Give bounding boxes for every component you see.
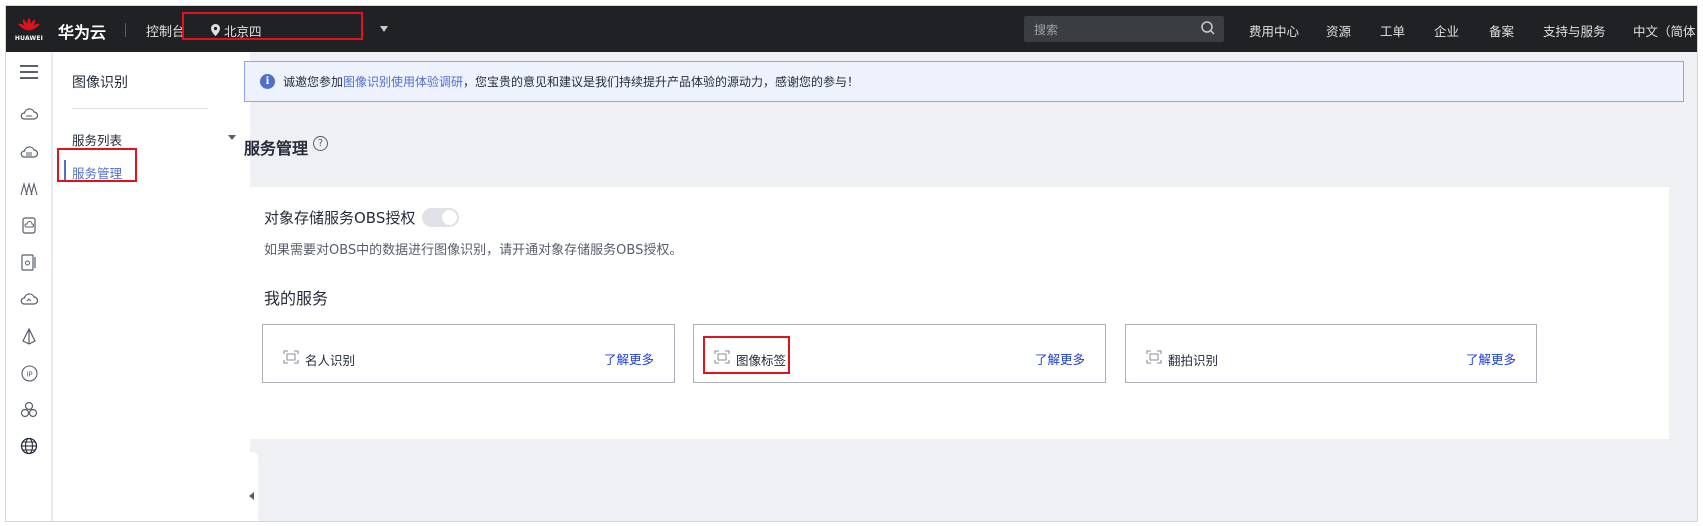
service-name: 名人识别 — [305, 353, 356, 368]
nav-tickets[interactable]: 工单 — [1380, 21, 1405, 40]
survey-link[interactable]: 图像识别使用体验调研 — [343, 73, 463, 90]
caret-down-icon[interactable] — [228, 135, 236, 140]
info-icon: i — [260, 74, 275, 89]
sidebar-group-service-list[interactable]: 服务列表 — [72, 130, 122, 149]
highlight-box-image-tagging — [703, 336, 790, 374]
highlight-box-service-management — [57, 148, 137, 182]
service-card-celebrity-recognition[interactable]: 名人识别 了解更多 — [262, 324, 675, 383]
ip-icon[interactable]: IP — [19, 363, 39, 383]
collapse-arrow-icon[interactable] — [249, 492, 254, 500]
notice-prefix: 诚邀您参加 — [283, 75, 344, 89]
top-bar: HUAWEI 华为云 控制台 北京四 搜索 费用中心 资源 工单 企业 备案 支… — [6, 6, 1697, 52]
search-input[interactable]: 搜索 — [1024, 16, 1224, 42]
toggle-knob — [442, 210, 457, 225]
service-icon-rail: IP — [6, 52, 52, 521]
huawei-flower-icon — [18, 17, 40, 30]
global-icon[interactable] — [19, 436, 39, 456]
page-title: 服务管理 — [244, 139, 309, 158]
storage-icon[interactable] — [19, 215, 39, 235]
cloud-icon[interactable] — [19, 289, 39, 309]
language-selector[interactable]: 中文（简体 — [1633, 21, 1696, 40]
scan-icon — [283, 350, 299, 364]
obs-authorization-description: 如果需要对OBS中的数据进行图像识别，请开通对象存储服务OBS授权。 — [264, 243, 683, 258]
nav-billing[interactable]: 费用中心 — [1249, 21, 1299, 40]
service-name: 翻拍识别 — [1168, 353, 1219, 368]
highlight-box-region — [182, 12, 363, 40]
service-card-recapture-detection[interactable]: 翻拍识别 了解更多 — [1125, 324, 1537, 383]
help-icon[interactable]: ? — [313, 136, 328, 151]
search-placeholder: 搜索 — [1034, 22, 1059, 37]
scan-icon — [1146, 350, 1162, 364]
console-link[interactable]: 控制台 — [146, 21, 185, 40]
svg-text:IP: IP — [26, 370, 32, 378]
cluster-icon[interactable] — [19, 399, 39, 419]
learn-more-link[interactable]: 了解更多 — [604, 349, 654, 368]
logo-text: HUAWEI — [14, 34, 44, 42]
learn-more-link[interactable]: 了解更多 — [1035, 349, 1085, 368]
brand-name[interactable]: 华为云 — [58, 19, 106, 43]
sidebar-divider — [72, 108, 208, 109]
container-icon[interactable] — [19, 252, 39, 272]
chevron-down-icon — [380, 26, 388, 32]
search-icon[interactable] — [1200, 20, 1216, 36]
learn-more-link[interactable]: 了解更多 — [1466, 349, 1516, 368]
obs-authorization-label: 对象存储服务OBS授权 — [264, 209, 416, 227]
survey-notice-banner: i 诚邀您参加 图像识别使用体验调研 ，您宝贵的意见和建议是我们持续提升产品体验… — [244, 61, 1684, 102]
service-sidebar: 图像识别 服务列表 服务管理 — [53, 52, 250, 521]
notice-suffix: ，您宝贵的意见和建议是我们持续提升产品体验的源动力，感谢您的参与！ — [463, 75, 860, 89]
menu-icon[interactable] — [19, 62, 39, 82]
sidebar-collapse-handle[interactable] — [244, 452, 258, 521]
cloud-server-icon[interactable] — [19, 104, 39, 124]
nav-resources[interactable]: 资源 — [1326, 21, 1351, 40]
obs-authorization-toggle[interactable] — [422, 208, 459, 227]
console-window: HUAWEI 华为云 控制台 北京四 搜索 费用中心 资源 工单 企业 备案 支… — [5, 5, 1698, 522]
nav-support[interactable]: 支持与服务 — [1543, 21, 1606, 40]
ai-icon[interactable] — [19, 326, 39, 346]
nav-enterprise[interactable]: 企业 — [1434, 21, 1459, 40]
network-icon[interactable] — [19, 179, 39, 199]
divider — [125, 23, 126, 37]
my-services-heading: 我的服务 — [264, 289, 329, 308]
huawei-logo[interactable]: HUAWEI — [6, 6, 52, 52]
sidebar-title: 图像识别 — [72, 75, 128, 91]
cloud-database-icon[interactable] — [19, 142, 39, 162]
service-panel: 对象存储服务OBS授权 如果需要对OBS中的数据进行图像识别，请开通对象存储服务… — [244, 187, 1669, 439]
nav-icp-filing[interactable]: 备案 — [1489, 21, 1514, 40]
